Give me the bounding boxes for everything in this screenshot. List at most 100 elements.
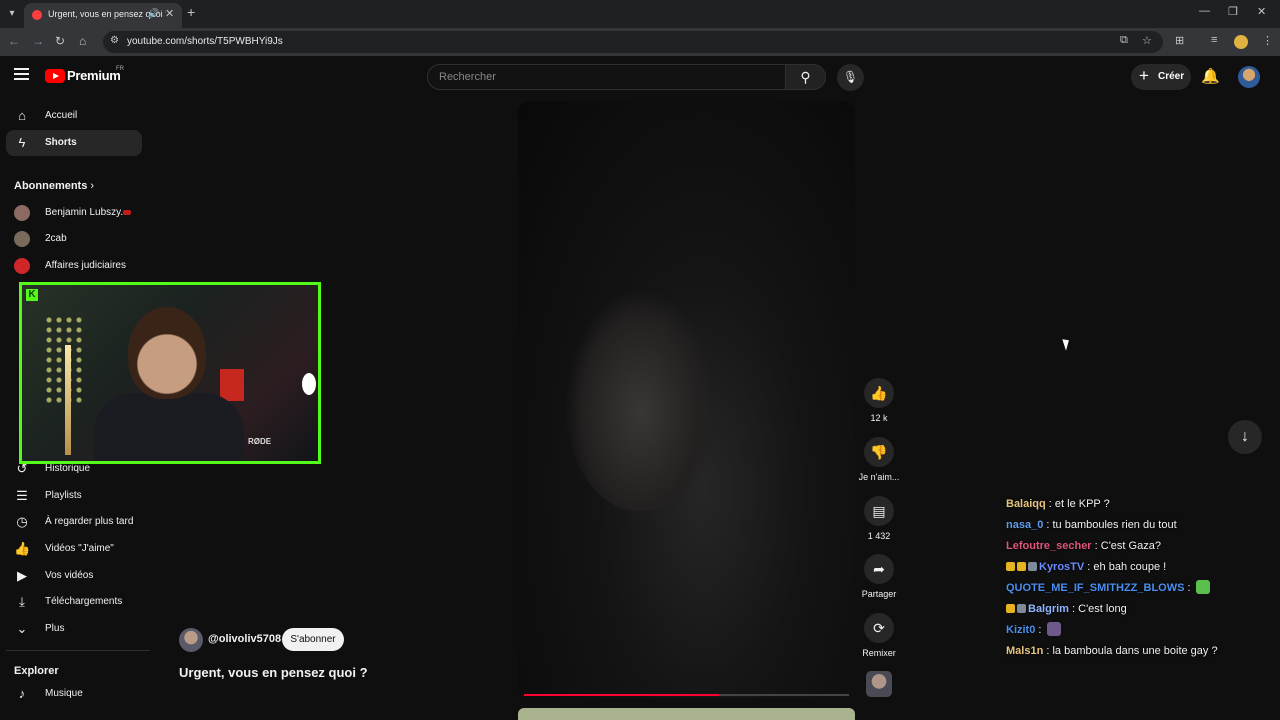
chat-username: Mals1n	[1006, 645, 1044, 657]
webcam-fairy-lights	[44, 315, 84, 405]
channel-avatar[interactable]	[179, 628, 203, 652]
next-short-preview[interactable]	[518, 708, 855, 720]
sidebar-item-label: Téléchargements	[45, 596, 123, 607]
chat-message: Mals1n : la bamboula dans une boite gay …	[1006, 641, 1246, 660]
chat-message: QUOTE_ME_IF_SMITHZZ_BLOWS :	[1006, 578, 1246, 599]
tab-close-icon[interactable]: ✕	[165, 7, 174, 20]
plus-icon: +	[1139, 66, 1149, 85]
logo-text[interactable]: Premium	[67, 68, 121, 83]
back-icon[interactable]: ←	[8, 34, 20, 48]
extensions-icon[interactable]: ⊞	[1175, 34, 1184, 47]
dislike-button[interactable]: 👎	[864, 437, 894, 467]
chat-message: Kizit0 :	[1006, 620, 1246, 641]
sidebar-item-watch-later[interactable]: ◷ À regarder plus tard	[6, 509, 142, 535]
sidebar-item-liked-videos[interactable]: 👍 Vidéos "J'aime"	[6, 536, 142, 562]
address-bar[interactable]: ⚙ youtube.com/shorts/T5PWBHYi9Js	[103, 31, 1163, 53]
sidebar-item-downloads[interactable]: ⤓ Téléchargements	[6, 589, 142, 615]
next-short-button[interactable]: ↓	[1228, 420, 1262, 454]
search-input[interactable]: Rechercher	[427, 64, 786, 90]
live-indicator-icon	[123, 210, 131, 215]
browser-tab[interactable]: Urgent, vous en pensez quoi ? 🔊 ✕	[24, 3, 182, 28]
sidebar-divider	[6, 650, 150, 651]
chat-username: Kizit0	[1006, 624, 1036, 636]
search-button[interactable]: ⚲	[786, 64, 826, 90]
window-close-button[interactable]: ✕	[1257, 5, 1266, 18]
chat-text: tu bamboules rien du tout	[1052, 519, 1177, 531]
minimize-button[interactable]: —	[1199, 5, 1210, 17]
thumb-up-icon: 👍	[14, 541, 31, 556]
sidebar-item-label: Vidéos "J'aime"	[45, 543, 114, 554]
chat-text: C'est Gaza?	[1100, 540, 1161, 552]
chat-username: QUOTE_ME_IF_SMITHZZ_BLOWS	[1006, 582, 1185, 594]
microphone-icon: 🎙	[842, 70, 859, 84]
webcam-light-glow	[302, 373, 316, 395]
sidebar-item-label: Musique	[45, 688, 83, 699]
sidebar-item-shorts[interactable]: ϟ Shorts	[6, 130, 142, 156]
restore-button[interactable]: ❐	[1228, 5, 1238, 18]
share-icon: ➦	[873, 561, 885, 577]
comment-icon: ▤	[872, 503, 886, 519]
sidebar-item-home[interactable]: ⌂ Accueil	[6, 103, 142, 129]
sidebar-subscription[interactable]: Affaires judiciaires	[6, 253, 142, 279]
search-placeholder: Rechercher	[439, 71, 496, 83]
youtube-favicon-icon	[32, 10, 42, 20]
subscriptions-heading[interactable]: Abonnements ›	[14, 180, 94, 192]
short-video-player[interactable]	[518, 101, 855, 698]
sidebar-item-more[interactable]: ⌄ Plus	[6, 616, 142, 642]
home-icon[interactable]: ⌂	[79, 34, 86, 48]
webcam-lamp	[65, 345, 71, 455]
profile-avatar[interactable]	[1234, 35, 1248, 49]
chat-separator: :	[1091, 540, 1101, 552]
thumb-up-icon: 👍	[870, 385, 888, 401]
sidebar-item-label: Vos vidéos	[45, 570, 94, 581]
sidebar-subscription[interactable]: Benjamin Lubszy...	[6, 200, 142, 226]
reload-icon[interactable]: ↻	[55, 34, 65, 48]
forward-icon[interactable]: →	[32, 34, 44, 48]
explore-heading: Explorer	[14, 665, 59, 677]
hamburger-menu-icon[interactable]	[14, 68, 29, 80]
speaker-icon[interactable]: 🔊	[148, 8, 159, 19]
channel-name[interactable]: @olivoliv5708	[208, 633, 281, 645]
chat-separator: :	[1068, 603, 1079, 615]
account-avatar[interactable]	[1238, 66, 1260, 88]
browser-toolbar: ← → ↻ ⌂ ⚙ youtube.com/shorts/T5PWBHYi9Js…	[0, 28, 1280, 56]
chat-username: Balgrim	[1028, 603, 1069, 615]
comments-button[interactable]: ▤	[864, 496, 894, 526]
chat-message: KyrosTV : eh bah coupe !	[1006, 557, 1246, 578]
sidebar-item-your-videos[interactable]: ▶ Vos vidéos	[6, 563, 142, 589]
voice-search-button[interactable]: 🎙	[837, 64, 864, 91]
remix-button[interactable]: ⟳	[864, 613, 894, 643]
sidebar-item-label: Benjamin Lubszy...	[45, 207, 129, 218]
remix-label: Remixer	[862, 648, 896, 658]
dislike-label: Je n'aim...	[858, 472, 900, 482]
create-button[interactable]: + Créer	[1131, 64, 1191, 90]
chat-username: Balaiqq	[1006, 498, 1046, 510]
short-video-frame	[566, 291, 716, 511]
install-app-icon[interactable]: ⧉	[1120, 34, 1128, 47]
menu-kebab-icon[interactable]: ⋮	[1262, 34, 1273, 47]
chevron-down-icon: ⌄	[16, 621, 28, 636]
media-control-icon[interactable]: ≡	[1211, 34, 1217, 46]
chat-message: Balgrim : C'est long	[1006, 599, 1246, 620]
create-label: Créer	[1158, 71, 1185, 82]
sidebar-item-playlists[interactable]: ☰ Playlists	[6, 483, 142, 509]
webcam-streamer-body	[94, 393, 244, 461]
sidebar-item-music[interactable]: ♪ Musique	[6, 681, 142, 707]
youtube-header: Premium FR Rechercher ⚲ 🎙 + Créer 🔔	[0, 56, 1280, 98]
comment-count: 1 432	[867, 531, 891, 541]
tab-search-icon[interactable]: ▾	[4, 6, 20, 22]
url-text[interactable]: youtube.com/shorts/T5PWBHYi9Js	[127, 36, 283, 47]
audio-source-thumbnail[interactable]	[866, 671, 892, 697]
video-progress-bar[interactable]	[524, 694, 849, 696]
bookmark-star-icon[interactable]: ☆	[1142, 34, 1152, 47]
youtube-logo-icon[interactable]	[45, 69, 65, 83]
new-tab-button[interactable]: +	[187, 4, 195, 20]
site-info-icon[interactable]: ⚙	[110, 35, 119, 46]
like-button[interactable]: 👍	[864, 378, 894, 408]
sidebar-subscription[interactable]: 2cab	[6, 226, 142, 252]
notifications-bell-icon[interactable]: 🔔	[1201, 67, 1220, 85]
sidebar-item-label: Accueil	[45, 110, 78, 121]
share-button[interactable]: ➦	[864, 554, 894, 584]
search-icon: ⚲	[800, 69, 811, 85]
subscribe-button[interactable]: S'abonner	[282, 628, 344, 651]
